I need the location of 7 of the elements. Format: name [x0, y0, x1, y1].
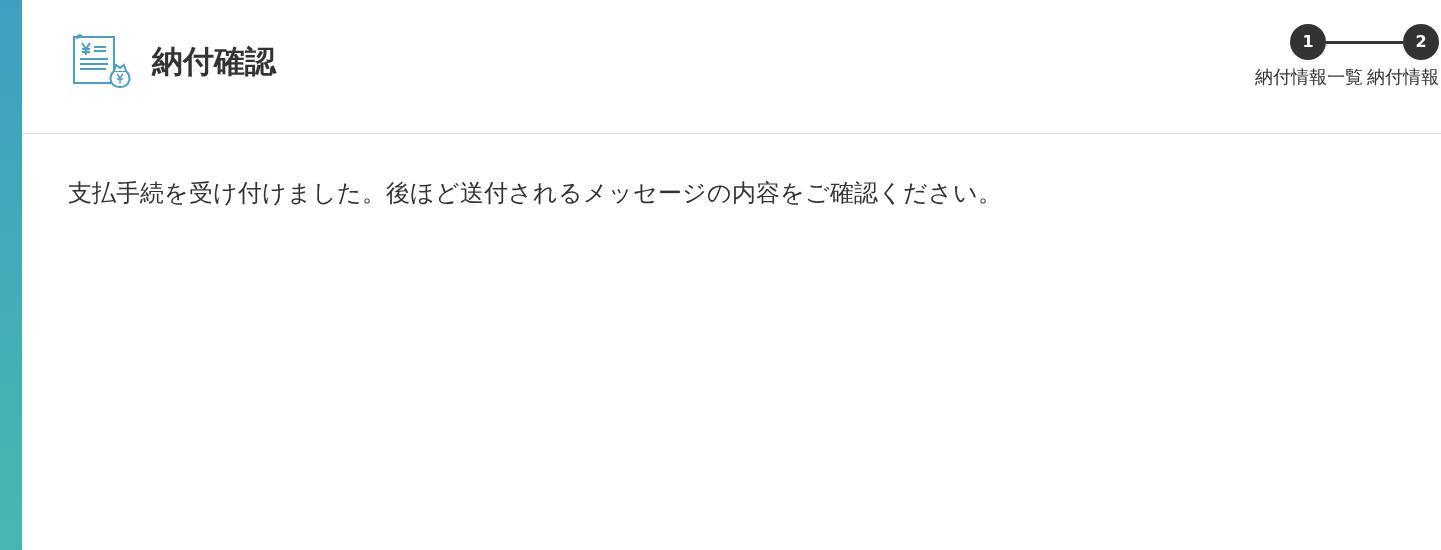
invoice-money-bag-icon — [72, 33, 132, 89]
step-label: 納付情報一覧 — [1255, 66, 1363, 89]
confirmation-message: 支払手続を受け付けました。後ほど送付されるメッセージの内容をご確認ください。 — [67, 178, 1003, 209]
step-number: 2 — [1403, 24, 1439, 60]
step-label: 納付情報 — [1367, 66, 1439, 89]
page-title: 納付確認 — [152, 41, 276, 81]
step-number: 1 — [1290, 24, 1326, 60]
